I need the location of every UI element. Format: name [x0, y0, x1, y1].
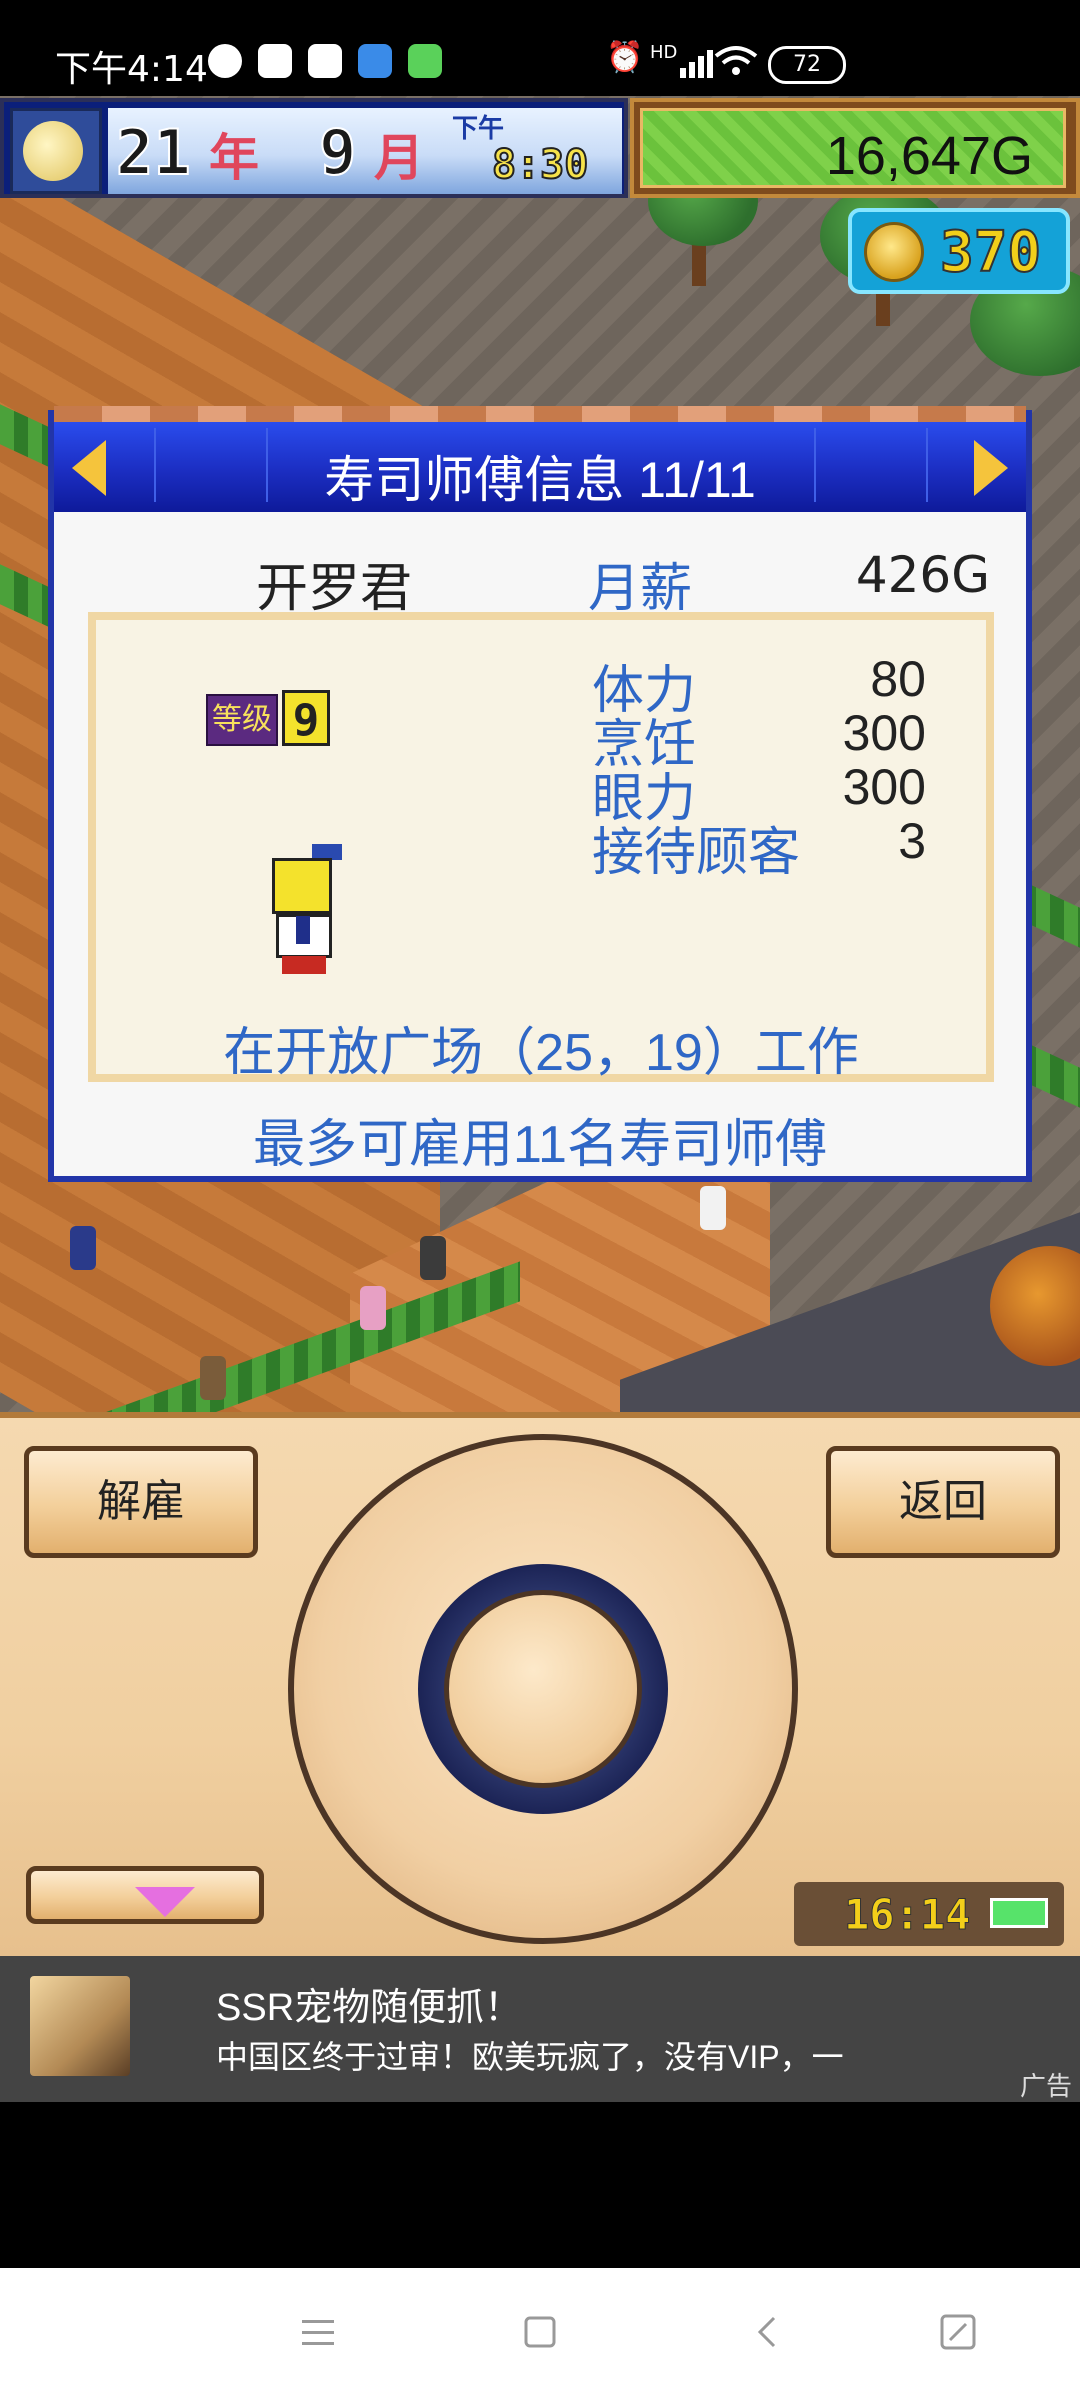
fire-button[interactable]: 解雇 [24, 1446, 258, 1558]
stat-value-cooking: 300 [842, 705, 926, 761]
battery-icon [990, 1898, 1048, 1928]
video-app-icon [258, 44, 292, 78]
status-time: 下午4:14 [55, 49, 208, 90]
money-panel: 16,647G [640, 108, 1066, 188]
dpad[interactable] [288, 1434, 798, 1944]
stats-panel: 等级 9 体力 80 烹饪 300 眼力 300 接待顾客 3 在开放广场（25… [88, 612, 994, 1082]
ampm-label: 下午 [452, 114, 505, 144]
alarm-icon: ⏰ [606, 40, 644, 75]
back-icon[interactable] [748, 2312, 788, 2352]
stat-value-service: 3 [898, 813, 926, 869]
date-display: 21 年 9 月 下午 8:30 [0, 98, 628, 198]
stat-value-stamina: 80 [870, 651, 926, 707]
month-label: 月 [374, 129, 424, 187]
salary-label: 月薪 [588, 559, 693, 619]
stat-label-service: 接待顾客 [592, 824, 801, 882]
money-value: 16,647G [825, 126, 1033, 186]
customer-sprite [70, 1226, 96, 1270]
scroll-down-button[interactable] [26, 1866, 264, 1924]
control-panel: 解雇 返回 16:14 [0, 1412, 1080, 1956]
wifi-icon [714, 44, 758, 78]
customer-sprite [700, 1186, 726, 1230]
ad-thumbnail[interactable] [30, 1976, 130, 2076]
dpad-center-button[interactable] [444, 1590, 642, 1788]
coin-counter[interactable]: 370 [848, 208, 1070, 294]
chef-info-dialog: 寿司师傅信息 11/11 开罗君 月薪 426G 等级 9 体力 80 烹饪 3… [48, 406, 1032, 1182]
ad-description[interactable]: 中国区终于过审！欧美玩疯了，没有VIP，一 [216, 2032, 844, 2078]
level-badge: 等级 [206, 694, 278, 746]
telegram-icon [308, 44, 342, 78]
coin-value: 370 [939, 219, 1042, 286]
ad-tag: 广告 [1019, 2071, 1072, 2101]
ad-banner[interactable]: SSR宠物随便抓！ 中国区终于过审！欧美玩疯了，没有VIP，一 广告 [0, 1956, 1080, 2102]
home-icon[interactable] [520, 2312, 560, 2352]
stat-value-perception: 300 [842, 759, 926, 815]
ad-title[interactable]: SSR宠物随便抓！ [216, 1976, 522, 2031]
back-button[interactable]: 返回 [826, 1446, 1060, 1558]
chef-sprite [272, 844, 346, 974]
month-number: 9 [318, 115, 357, 190]
customer-sprite [360, 1286, 386, 1330]
work-location: 在开放广场（25，19）工作 [223, 1024, 859, 1082]
menu-icon[interactable] [298, 2312, 338, 2352]
salary-value: 426G [855, 546, 990, 604]
device-clock: 16:14 [794, 1882, 1064, 1946]
hire-limit-text: 最多可雇用11名寿司师傅 [253, 1116, 827, 1174]
battery-indicator: 72 [768, 46, 846, 84]
header-decoration [54, 406, 1026, 422]
chef-name: 开罗君 [256, 559, 413, 619]
year-number: 21 [115, 115, 192, 190]
money-display: 16,647G [630, 98, 1080, 198]
dialog-title: 寿司师傅信息 11/11 [324, 452, 756, 508]
customer-sprite [420, 1236, 446, 1280]
android-app-icon [408, 44, 442, 78]
game-clock: 8:30 [491, 141, 589, 189]
network-hd-label: HD [650, 42, 678, 63]
year-label: 年 [209, 129, 259, 187]
wechat-icon [208, 44, 242, 78]
device-time: 16:14 [843, 1890, 971, 1940]
down-triangle-icon [135, 1887, 195, 1917]
customer-sprite [200, 1356, 226, 1400]
signal-icon [680, 48, 716, 78]
dialog-header: 寿司师傅信息 11/11 [54, 406, 1026, 512]
status-bar: 下午4:14 ⏰ HD 72 [0, 0, 1080, 96]
next-arrow-button[interactable] [974, 440, 1008, 496]
moon-icon [10, 108, 102, 194]
coin-icon [864, 222, 924, 282]
screenshot-icon[interactable] [938, 2312, 978, 2352]
app-icon [358, 44, 392, 78]
navigation-bar [0, 2268, 1080, 2400]
level-value: 9 [282, 690, 330, 746]
